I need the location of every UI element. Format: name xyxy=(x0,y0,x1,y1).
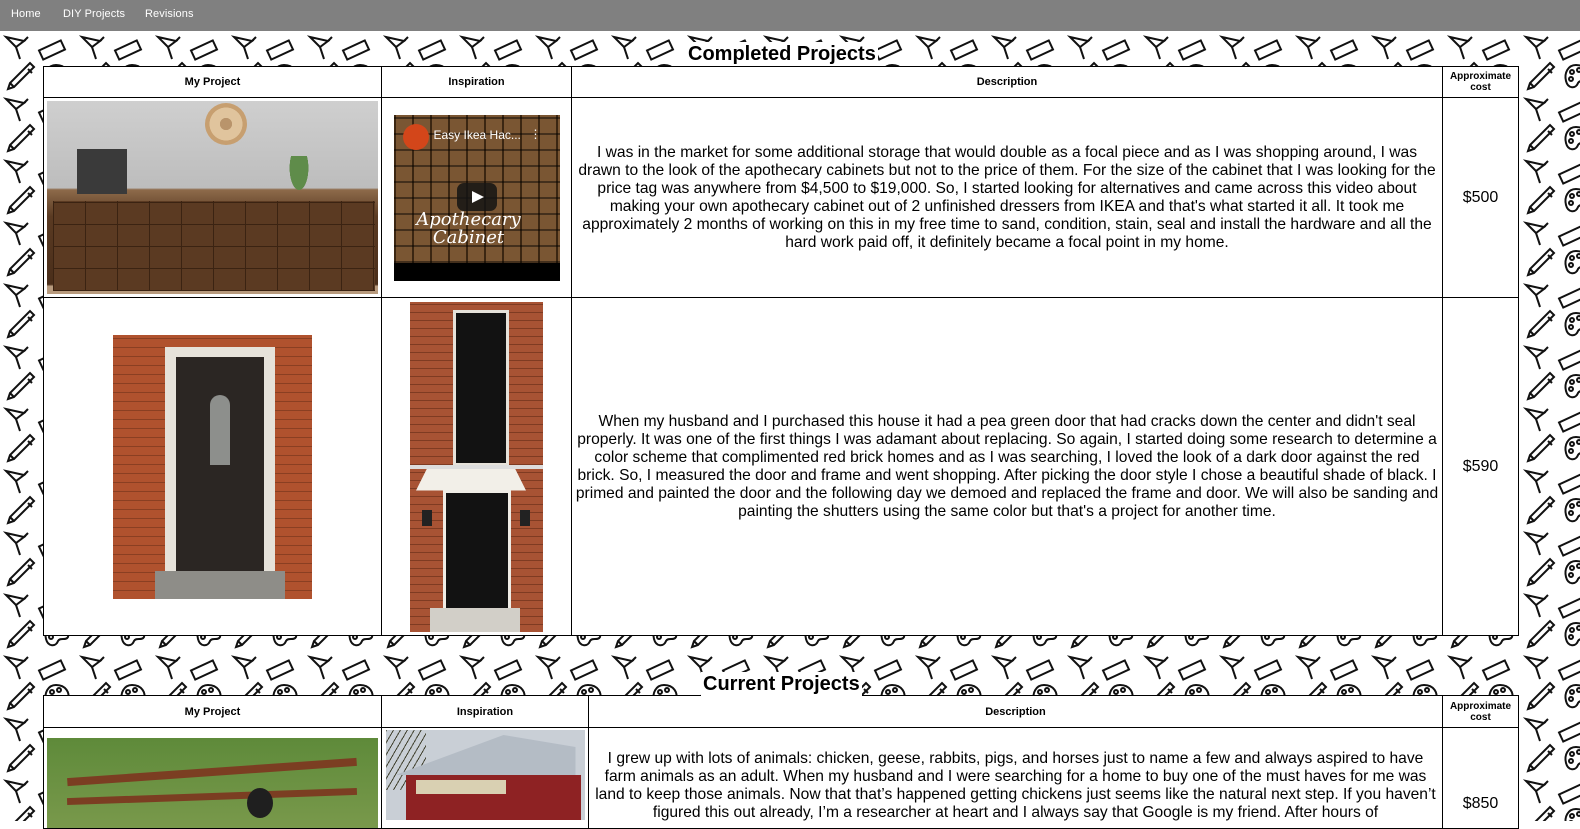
apothecary-cabinet-photo xyxy=(47,101,378,294)
trailer-frame-photo xyxy=(47,738,378,828)
inspiration-door-photo xyxy=(410,301,543,632)
current-projects-table: My Project Inspiration Description Appro… xyxy=(43,695,1519,829)
chicken-coop-photo xyxy=(385,730,585,820)
col-header-description: Description xyxy=(571,66,1443,98)
project-photo-cell xyxy=(43,727,382,829)
nav-revisions-link[interactable]: Revisions xyxy=(145,8,194,20)
table-row: I grew up with lots of animals: chicken,… xyxy=(43,727,1519,829)
project-photo-cell xyxy=(43,97,382,298)
project-description: I grew up with lots of animals: chicken,… xyxy=(588,727,1443,829)
col-header-approximate-cost: Approximate cost xyxy=(1442,66,1519,98)
table-row: When my husband and I purchased this hou… xyxy=(43,297,1519,636)
table-header-row: My Project Inspiration Description Appro… xyxy=(43,695,1519,728)
video-thumbnail-caption: Apothecary Cabinet xyxy=(416,208,521,248)
more-options-icon[interactable]: ⋮ xyxy=(530,127,542,141)
play-button-icon[interactable] xyxy=(456,182,497,211)
completed-projects-table: My Project Inspiration Description Appro… xyxy=(43,66,1519,636)
col-header-inspiration: Inspiration xyxy=(381,695,589,728)
col-header-my-project: My Project xyxy=(43,695,382,728)
project-cost: $500 xyxy=(1442,97,1519,298)
col-header-inspiration: Inspiration xyxy=(381,66,572,98)
col-header-approximate-cost: Approximate cost xyxy=(1442,695,1519,728)
project-cost: $590 xyxy=(1442,297,1519,636)
project-photo-cell xyxy=(43,297,382,636)
inspiration-cell xyxy=(381,297,572,636)
black-front-door-photo xyxy=(113,334,312,599)
nav-home-link[interactable]: Home xyxy=(11,8,41,20)
channel-avatar[interactable] xyxy=(402,123,429,150)
table-row: Easy Ikea Hac... ⋮ Apothecary Cabinet I … xyxy=(43,97,1519,298)
project-description: I was in the market for some additional … xyxy=(571,97,1443,298)
col-header-my-project: My Project xyxy=(43,66,382,98)
project-cost: $850 xyxy=(1442,727,1519,829)
inspiration-cell xyxy=(381,727,589,829)
current-projects-heading: Current Projects xyxy=(701,672,862,696)
inspiration-cell: Easy Ikea Hac... ⋮ Apothecary Cabinet xyxy=(381,97,572,298)
top-navbar: Home DIY Projects Revisions xyxy=(0,0,1580,31)
col-header-description: Description xyxy=(588,695,1443,728)
nav-diy-projects-link[interactable]: DIY Projects xyxy=(63,8,125,20)
project-description: When my husband and I purchased this hou… xyxy=(571,297,1443,636)
table-header-row: My Project Inspiration Description Appro… xyxy=(43,66,1519,98)
youtube-video-embed[interactable]: Easy Ikea Hac... ⋮ Apothecary Cabinet xyxy=(393,114,560,281)
video-title[interactable]: Easy Ikea Hac... xyxy=(434,128,521,142)
completed-projects-heading: Completed Projects xyxy=(686,42,878,66)
